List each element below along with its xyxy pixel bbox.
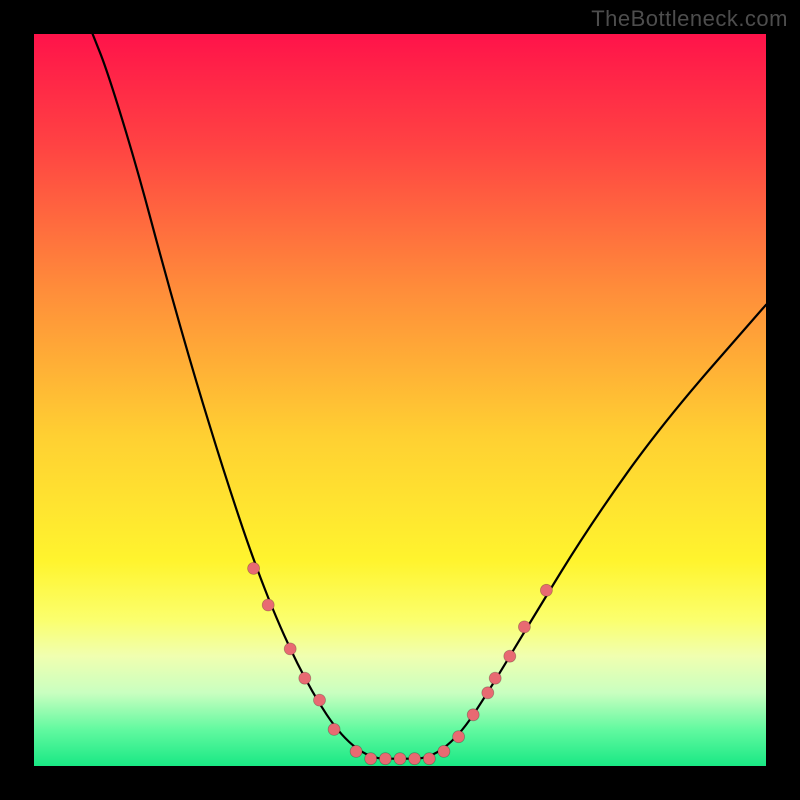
highlight-dot (365, 753, 377, 765)
highlight-dot (438, 745, 450, 757)
highlight-dot (482, 687, 494, 699)
highlight-dot (328, 723, 340, 735)
highlight-dot (394, 753, 406, 765)
bottleneck-curve (93, 34, 766, 759)
highlight-dot (504, 650, 516, 662)
highlight-dot (540, 584, 552, 596)
highlight-dot (262, 599, 274, 611)
highlight-dot (453, 731, 465, 743)
highlight-dot (314, 694, 326, 706)
highlight-dot (299, 672, 311, 684)
highlight-dots-group (248, 562, 553, 764)
highlight-dot (423, 753, 435, 765)
highlight-dot (467, 709, 479, 721)
curve-layer (34, 34, 766, 766)
watermark-text: TheBottleneck.com (591, 6, 788, 32)
highlight-dot (350, 745, 362, 757)
highlight-dot (284, 643, 296, 655)
highlight-dot (518, 621, 530, 633)
chart-stage: TheBottleneck.com (0, 0, 800, 800)
highlight-dot (379, 753, 391, 765)
highlight-dot (248, 562, 260, 574)
highlight-dot (489, 672, 501, 684)
highlight-dot (409, 753, 421, 765)
plot-area (34, 34, 766, 766)
